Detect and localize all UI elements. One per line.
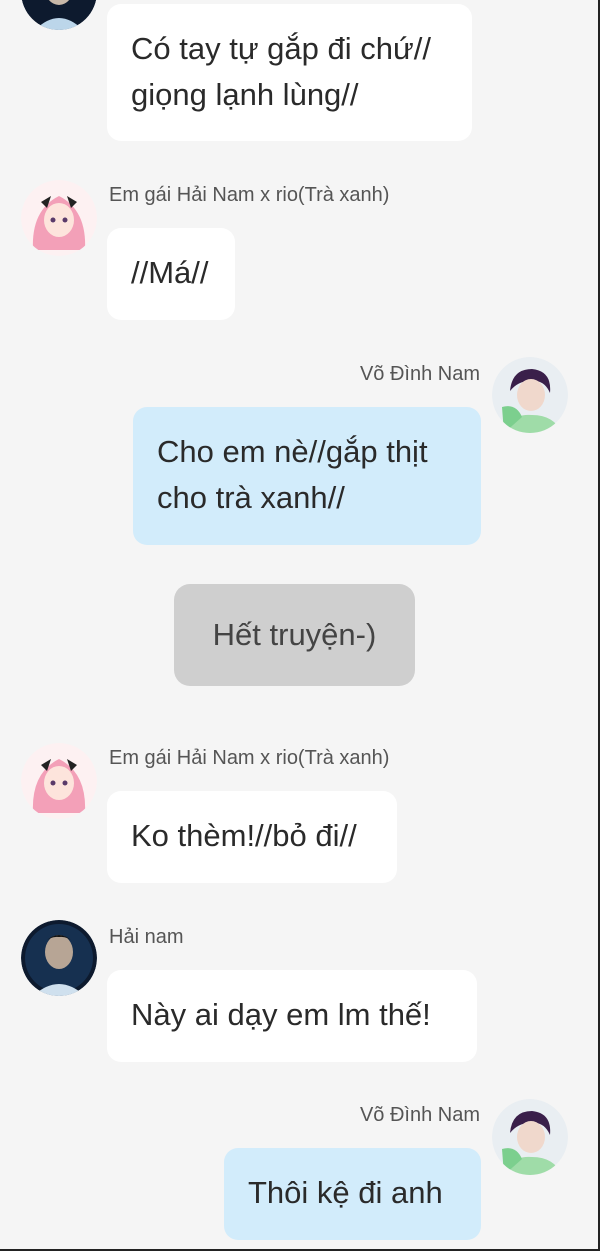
narration-bubble: Hết truyện-) <box>174 584 415 686</box>
avatar-em-gai[interactable] <box>21 743 97 819</box>
narration-text: Hết truyện-) <box>212 617 377 652</box>
avatar-em-gai[interactable] <box>21 180 97 256</box>
message-text: //Má// <box>131 255 209 290</box>
avatar-vo-dinh-nam[interactable] <box>492 357 568 433</box>
message-text: Này ai dạy em lm thế! <box>131 997 431 1032</box>
message-bubble[interactable]: Thôi kệ đi anh <box>224 1148 481 1240</box>
message-bubble[interactable]: Có tay tự gắp đi chứ// giọng lạnh lùng// <box>107 4 472 141</box>
message-text: Thôi kệ đi anh <box>248 1175 443 1210</box>
sender-name: Hải nam <box>109 926 184 948</box>
avatar-hai-nam[interactable] <box>21 920 97 996</box>
sender-name: Em gái Hải Nam x rio(Trà xanh) <box>109 184 390 206</box>
avatar-vo-dinh-nam[interactable] <box>492 1099 568 1175</box>
message-bubble[interactable]: Này ai dạy em lm thế! <box>107 970 477 1062</box>
message-text: Cho em nè//gắp thịt <box>157 434 428 469</box>
message-bubble[interactable]: Cho em nè//gắp thịt cho trà xanh// <box>133 407 481 545</box>
sender-name: Em gái Hải Nam x rio(Trà xanh) <box>109 747 390 769</box>
message-text: Ko thèm!//bỏ đi// <box>131 818 357 853</box>
message-text: giọng lạnh lùng// <box>131 77 359 112</box>
sender-name: Võ Đình Nam <box>359 1104 480 1126</box>
message-text: Có tay tự gắp đi chứ// <box>131 31 431 66</box>
sender-name: Võ Đình Nam <box>359 363 480 385</box>
message-bubble[interactable]: //Má// <box>107 228 235 320</box>
message-bubble[interactable]: Ko thèm!//bỏ đi// <box>107 791 397 883</box>
message-text: cho trà xanh// <box>157 480 345 515</box>
